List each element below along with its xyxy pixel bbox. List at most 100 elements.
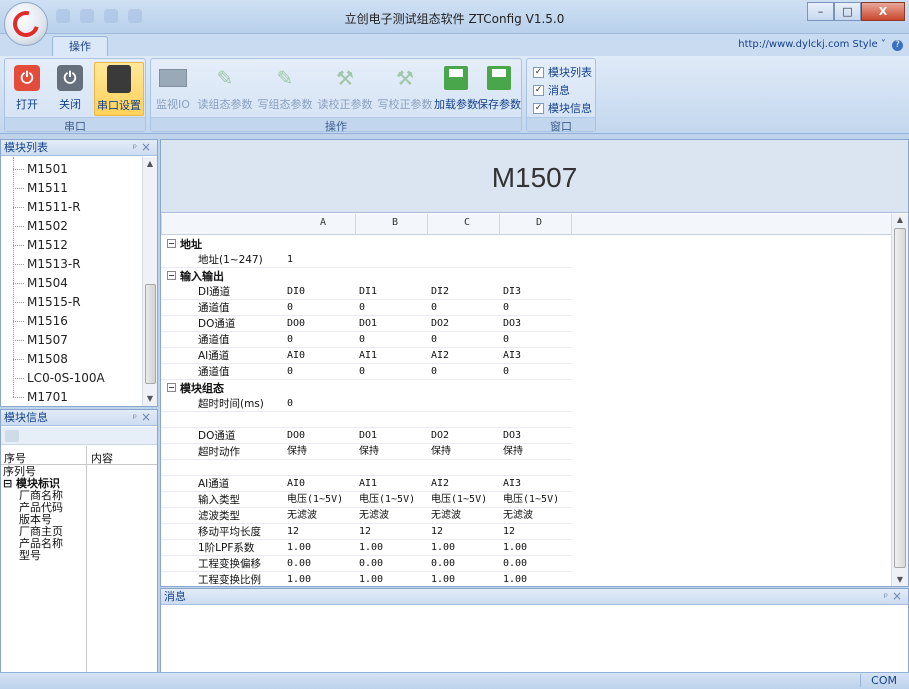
check-module-info[interactable]: ✓ 模块信息	[533, 100, 592, 116]
app-logo-button[interactable]	[4, 2, 48, 46]
module-list-item[interactable]: M1508	[13, 351, 68, 368]
module-list-item[interactable]: M1501	[13, 161, 68, 178]
scroll-thumb[interactable]	[145, 284, 156, 384]
grid-cell-c[interactable]: AI2	[431, 349, 449, 363]
grid-cell-c[interactable]: 无滤波	[431, 509, 461, 523]
search-icon[interactable]	[5, 430, 19, 442]
module-list-item[interactable]: M1511	[13, 180, 68, 197]
module-list-item[interactable]: M1512	[13, 237, 68, 254]
grid-cell-c[interactable]: 0	[431, 301, 437, 315]
grid-cell-c[interactable]: AI2	[431, 477, 449, 491]
grid-cell-c[interactable]: 电压(1~5V)	[431, 493, 487, 507]
grid-cell-b[interactable]: 1.00	[359, 541, 383, 555]
grid-cell-a[interactable]: 12	[287, 525, 299, 539]
document-scrollbar[interactable]: ▲ ▼	[891, 214, 908, 586]
scroll-up-icon[interactable]: ▲	[895, 215, 905, 225]
grid-cell-c[interactable]: 0	[431, 333, 437, 347]
grid-cell-c[interactable]: DO2	[431, 317, 449, 331]
grid-cell-d[interactable]: 0	[503, 301, 509, 315]
load-params-button[interactable]: 加载参数	[434, 62, 478, 116]
grid-cell-c[interactable]: 0.00	[431, 557, 455, 571]
open-button[interactable]: ⏻ 打开	[8, 62, 46, 116]
grid-cell-d[interactable]: 无滤波	[503, 509, 533, 523]
grid-cell-b[interactable]: DI1	[359, 285, 377, 299]
close-icon[interactable]: ×	[141, 140, 151, 155]
module-list-item[interactable]: M1515-R	[13, 294, 81, 311]
help-icon[interactable]: ?	[892, 40, 903, 51]
grid-cell-d[interactable]: 保持	[503, 445, 523, 459]
grid-category[interactable]: − 模块组态	[161, 380, 571, 396]
grid-cell-a[interactable]: 1	[287, 253, 293, 267]
close-button[interactable]: ⏻ 关闭	[51, 62, 89, 116]
scroll-thumb[interactable]	[894, 228, 906, 568]
grid-cell-a[interactable]: 保持	[287, 445, 307, 459]
collapse-icon[interactable]: −	[167, 271, 176, 280]
grid-cell-d[interactable]: 电压(1~5V)	[503, 493, 559, 507]
grid-cell-d[interactable]: DI3	[503, 285, 521, 299]
grid-cell-c[interactable]: 1.00	[431, 573, 455, 586]
minimize-button[interactable]: –	[807, 2, 834, 21]
collapse-icon[interactable]: −	[167, 239, 176, 248]
tab-operate[interactable]: 操作	[52, 36, 108, 57]
collapse-icon[interactable]: ⊟	[3, 477, 16, 490]
check-module-list[interactable]: ✓ 模块列表	[533, 64, 592, 80]
grid-cell-a[interactable]: 1.00	[287, 541, 311, 555]
grid-cell-b[interactable]: AI1	[359, 349, 377, 363]
grid-cell-a[interactable]: DI0	[287, 285, 305, 299]
close-window-button[interactable]: X	[861, 2, 905, 21]
pin-icon[interactable]: ᵖ	[133, 411, 137, 426]
grid-cell-a[interactable]: 0.00	[287, 557, 311, 571]
module-list-item[interactable]: M1513-R	[13, 256, 81, 273]
grid-cell-a[interactable]: 0	[287, 301, 293, 315]
website-link[interactable]: http://www.dylckj.com Style	[738, 39, 877, 50]
grid-category[interactable]: − 输入输出	[161, 268, 571, 284]
grid-cell-d[interactable]: AI3	[503, 349, 521, 363]
grid-cell-a[interactable]: 0	[287, 365, 293, 379]
grid-cell-b[interactable]: DO1	[359, 317, 377, 331]
grid-cell-b[interactable]: DO1	[359, 429, 377, 443]
grid-cell-b[interactable]: AI1	[359, 477, 377, 491]
grid-cell-a[interactable]: DO0	[287, 317, 305, 331]
module-list-item[interactable]: M1502	[13, 218, 68, 235]
grid-cell-b[interactable]: 1.00	[359, 573, 383, 586]
grid-cell-d[interactable]: 1.00	[503, 541, 527, 555]
style-dropdown-icon[interactable]: ˅	[881, 39, 886, 50]
module-list-item[interactable]: LC0-0S-100A	[13, 370, 105, 387]
read-calibration-button[interactable]: ⚒ 读校正参数	[315, 62, 375, 116]
grid-category[interactable]: − 地址	[161, 236, 571, 252]
grid-cell-a[interactable]: 0	[287, 333, 293, 347]
grid-cell-b[interactable]: 保持	[359, 445, 379, 459]
pin-icon[interactable]: ᵖ	[133, 141, 137, 156]
maximize-button[interactable]: □	[834, 2, 861, 21]
grid-cell-b[interactable]: 0	[359, 365, 365, 379]
module-list-item[interactable]: M1511-R	[13, 199, 81, 216]
module-list-item[interactable]: M1504	[13, 275, 68, 292]
grid-cell-d[interactable]: 0	[503, 333, 509, 347]
collapse-icon[interactable]: −	[167, 383, 176, 392]
grid-cell-b[interactable]: 无滤波	[359, 509, 389, 523]
grid-cell-c[interactable]: 12	[431, 525, 443, 539]
grid-cell-d[interactable]: DO3	[503, 317, 521, 331]
write-config-button[interactable]: ✎ 写组态参数	[255, 62, 315, 116]
grid-cell-d[interactable]: DO3	[503, 429, 521, 443]
grid-cell-a[interactable]: AI0	[287, 349, 305, 363]
close-icon[interactable]: ×	[892, 589, 902, 604]
grid-cell-a[interactable]: AI0	[287, 477, 305, 491]
scroll-down-icon[interactable]: ▼	[895, 575, 905, 585]
grid-cell-d[interactable]: 0	[503, 365, 509, 379]
grid-cell-b[interactable]: 0	[359, 301, 365, 315]
module-list-item[interactable]: M1701	[13, 389, 68, 406]
pin-icon[interactable]: ᵖ	[884, 590, 888, 605]
grid-cell-b[interactable]: 0.00	[359, 557, 383, 571]
grid-cell-a[interactable]: 0	[287, 397, 293, 411]
grid-cell-c[interactable]: DI2	[431, 285, 449, 299]
grid-cell-d[interactable]: 1.00	[503, 573, 527, 586]
grid-cell-d[interactable]: 0.00	[503, 557, 527, 571]
grid-cell-b[interactable]: 12	[359, 525, 371, 539]
serial-settings-button[interactable]: 串口设置	[94, 62, 144, 116]
grid-cell-c[interactable]: DO2	[431, 429, 449, 443]
close-icon[interactable]: ×	[141, 410, 151, 425]
grid-cell-c[interactable]: 1.00	[431, 541, 455, 555]
scroll-down-icon[interactable]: ▼	[145, 394, 155, 404]
scroll-up-icon[interactable]: ▲	[145, 159, 155, 169]
